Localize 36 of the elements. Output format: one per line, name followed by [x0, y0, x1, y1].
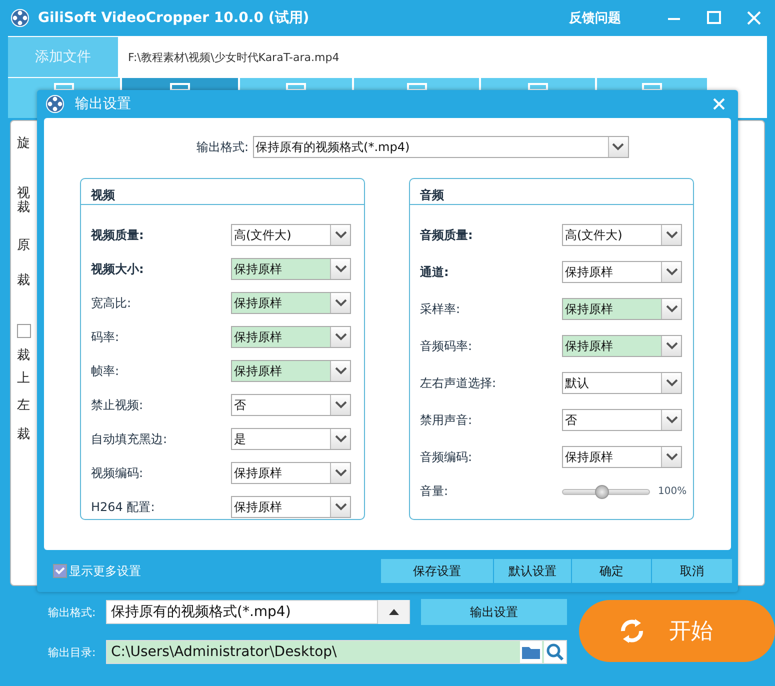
setting-label: 禁止视频: — [91, 396, 144, 414]
panel-label: 左 — [17, 398, 31, 414]
checkbox-label: 显示更多设置 — [69, 562, 141, 580]
setting-label: 码率: — [91, 328, 120, 346]
group-title: 音频 — [420, 188, 444, 202]
group-title: 视频 — [91, 188, 115, 202]
panel-label: 视 — [17, 186, 31, 201]
panel-label: 裁 — [17, 273, 31, 289]
setting-label: 自动填充黑边: — [91, 430, 168, 448]
setting-label: H264 配置: — [91, 498, 156, 516]
field-label: 输出格式: — [196, 138, 249, 156]
field-label: 输出格式: — [48, 604, 97, 620]
field-label: 输出目录: — [48, 644, 97, 660]
panel-label: 上 — [17, 371, 31, 387]
setting-label: 通道: — [420, 264, 450, 280]
setting-label: 左右声道选择: — [420, 374, 498, 392]
setting-label: 音频质量: — [420, 226, 474, 244]
window-title: GiliSoft VideoCropper 10.0.0 (试用) — [38, 9, 310, 27]
file-path: F:\教程素材\视频\少女时代KaraT-ara.mp4 — [128, 50, 340, 64]
panel-label: 裁 — [17, 200, 31, 216]
panel-label: 裁 — [17, 427, 31, 443]
setting-label: 音频编码: — [420, 448, 474, 466]
setting-label: 音频码率: — [420, 338, 474, 354]
setting-label: 视频大小: — [91, 260, 145, 278]
setting-label: 禁用声音: — [420, 412, 474, 428]
panel-label: 旋 — [17, 136, 31, 152]
setting-label: 宽高比: — [91, 294, 132, 312]
setting-label: 采样率: — [420, 300, 462, 318]
setting-label: 帧率: — [91, 362, 120, 380]
setting-label: 视频质量: — [91, 226, 145, 244]
setting-label: 音量: — [420, 483, 450, 500]
panel-label: 原 — [17, 238, 31, 254]
dialog-title: 输出设置 — [75, 95, 132, 113]
panel-label: 裁 — [17, 348, 31, 364]
volume-reading: 100% — [658, 486, 687, 497]
setting-label: 视频编码: — [91, 464, 144, 482]
